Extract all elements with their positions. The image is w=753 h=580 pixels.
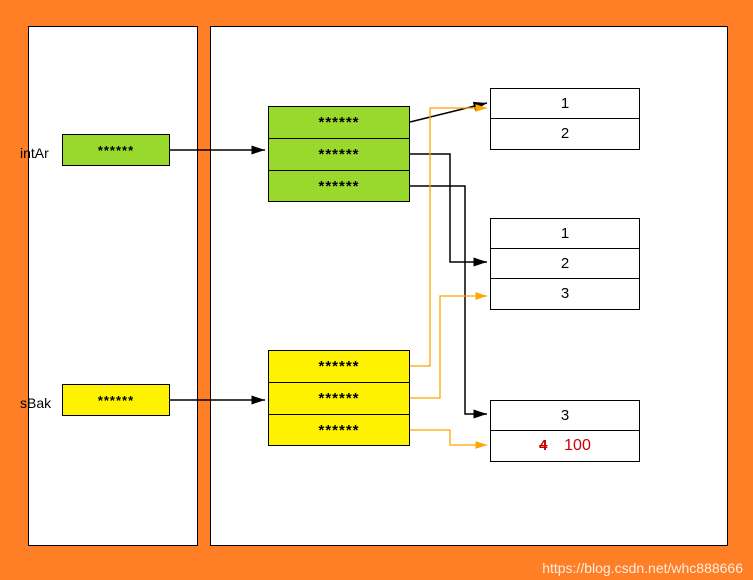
sbak-pointer: ****** xyxy=(62,384,170,416)
struck-value: 4 xyxy=(539,437,547,454)
array-bottom-1: 4 100 xyxy=(491,431,639,461)
intar-pointer: ****** xyxy=(62,134,170,166)
yellow-array: ****** ****** ****** xyxy=(268,350,410,446)
watermark: https://blog.csdn.net/whc888666 xyxy=(542,560,743,576)
array-bottom-0: 3 xyxy=(491,401,639,431)
label-sbak: sBak xyxy=(20,395,51,411)
left-panel xyxy=(28,26,198,546)
green-arr-2: ****** xyxy=(269,171,409,203)
array-middle-2: 3 xyxy=(491,279,639,309)
green-arr-0: ****** xyxy=(269,107,409,139)
right-panel xyxy=(210,26,728,546)
green-arr-1: ****** xyxy=(269,139,409,171)
array-bottom: 3 4 100 xyxy=(490,400,640,462)
green-array: ****** ****** ****** xyxy=(268,106,410,202)
array-middle: 1 2 3 xyxy=(490,218,640,310)
array-top-1: 2 xyxy=(491,119,639,149)
array-top: 1 2 xyxy=(490,88,640,150)
array-top-0: 1 xyxy=(491,89,639,119)
new-value: 100 xyxy=(564,437,591,454)
label-intar: intAr xyxy=(20,145,49,161)
yellow-arr-0: ****** xyxy=(269,351,409,383)
yellow-arr-2: ****** xyxy=(269,415,409,447)
array-middle-1: 2 xyxy=(491,249,639,279)
array-middle-0: 1 xyxy=(491,219,639,249)
yellow-arr-1: ****** xyxy=(269,383,409,415)
